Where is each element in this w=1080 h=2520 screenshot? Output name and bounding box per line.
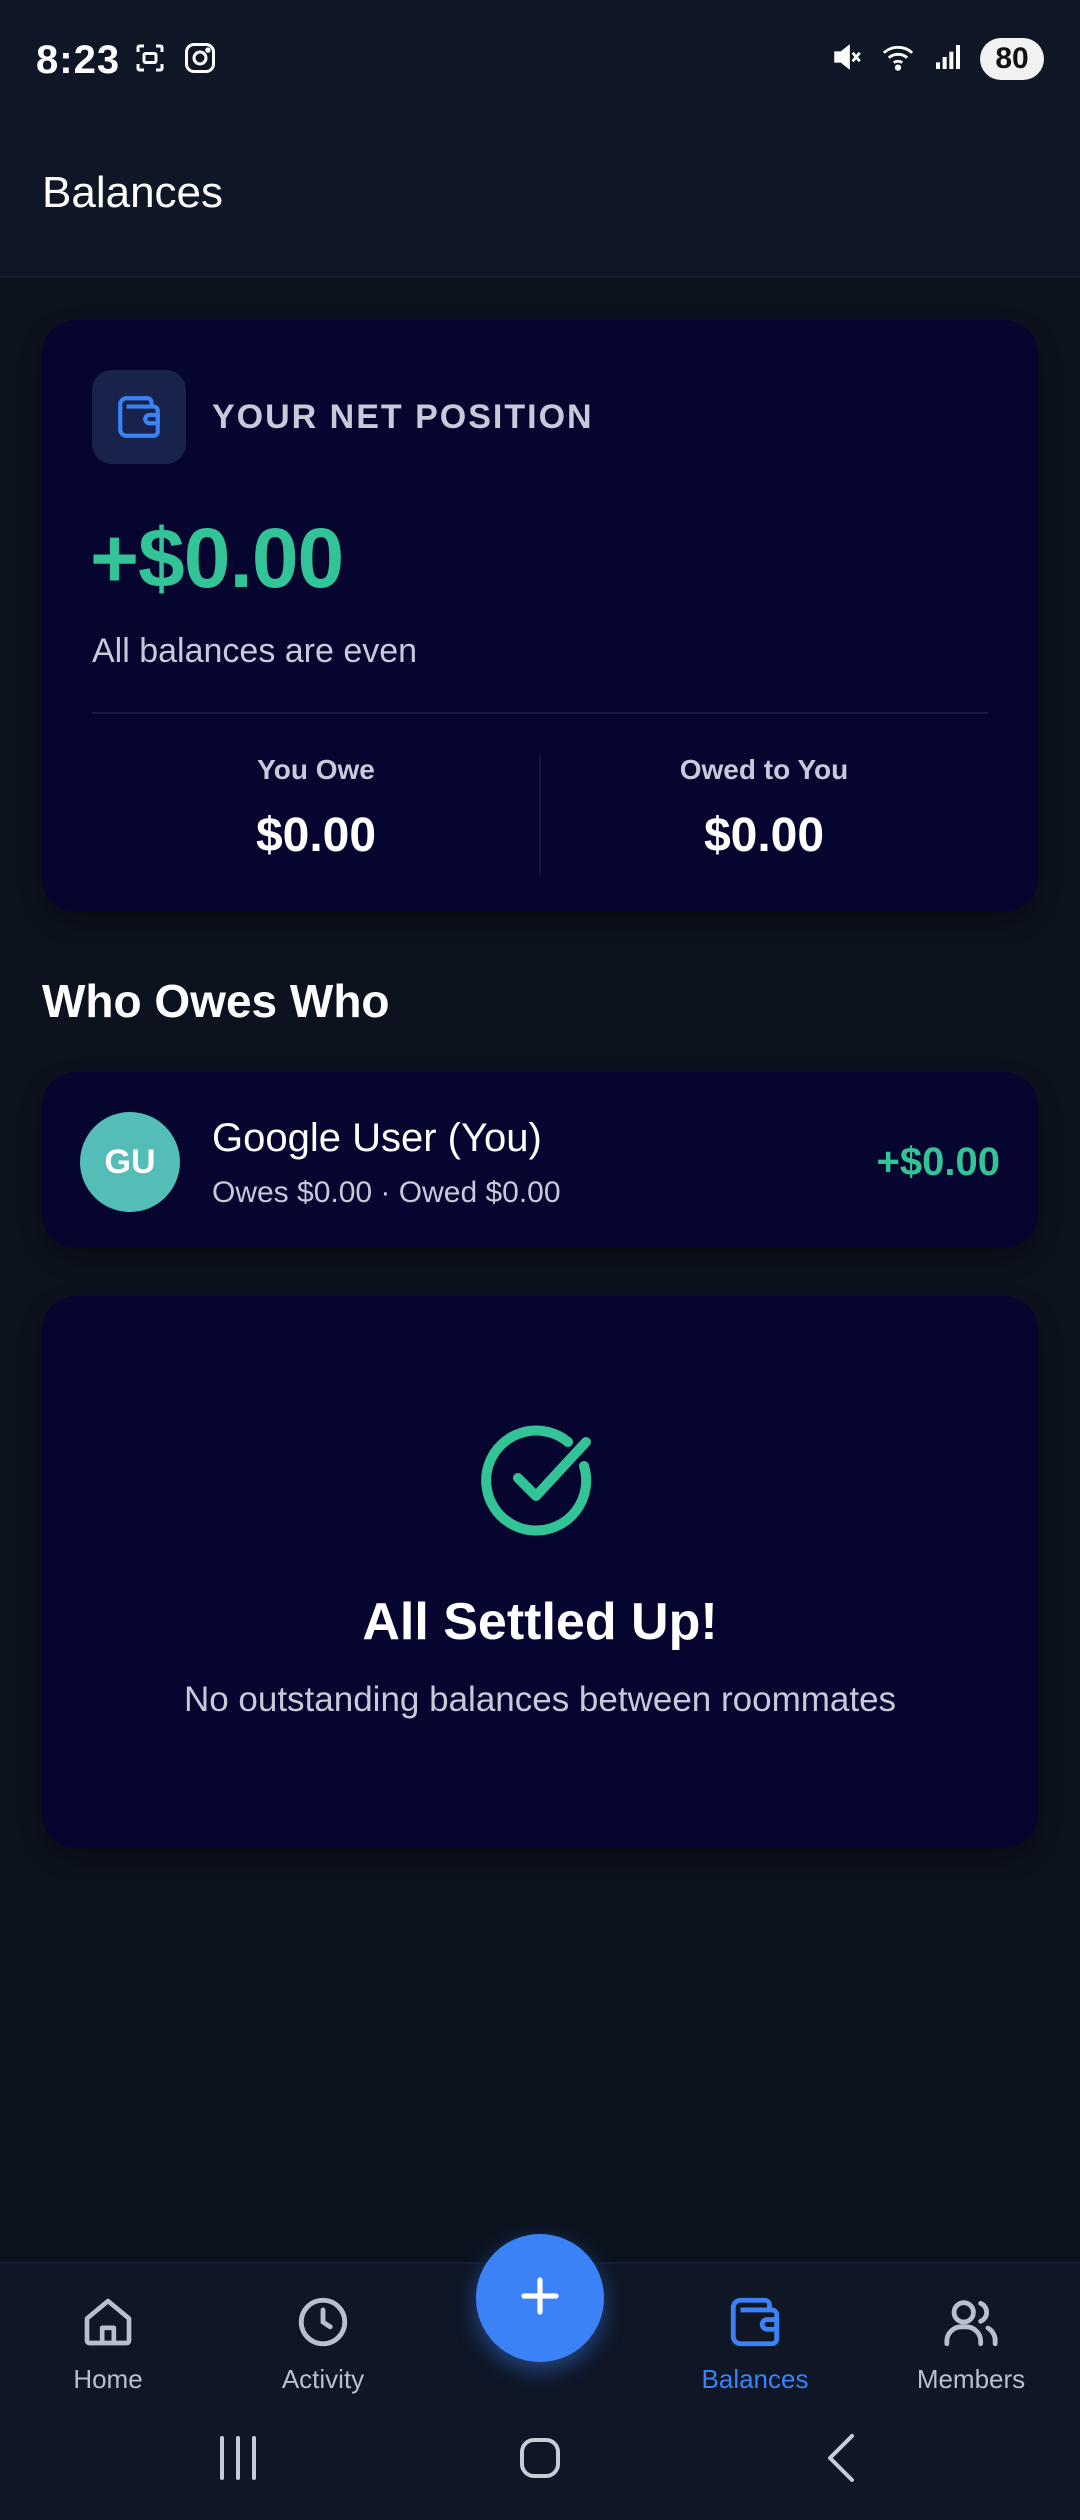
settled-card: All Settled Up! No outstanding balances … [42, 1296, 1038, 1848]
member-balance-row[interactable]: GU Google User (You) Owes $0.00 · Owed $… [42, 1072, 1038, 1248]
settled-title: All Settled Up! [362, 1593, 718, 1651]
member-name: Google User (You) [212, 1116, 542, 1160]
owed-to-you-label: Owed to You [679, 754, 849, 785]
you-owe-column: You Owe $0.00 [92, 754, 540, 863]
net-position-card: YOUR NET POSITION +$0.00 All balances ar… [42, 320, 1038, 912]
balances-screen: 8:23 80 Balances YOUR NET POSITION +$0.0… [0, 0, 1080, 2520]
page-title: Balances [42, 168, 224, 217]
add-expense-button[interactable] [476, 2234, 604, 2362]
nav-members[interactable]: Members [881, 2290, 1061, 2395]
nav-home[interactable]: Home [18, 2290, 198, 2395]
top-app-bar: 8:23 80 Balances [0, 0, 1080, 278]
nav-activity-label: Activity [281, 2364, 365, 2394]
wifi-icon [880, 40, 916, 79]
wallet-icon [92, 370, 186, 464]
plus-icon [516, 2272, 564, 2325]
avatar: GU [80, 1112, 180, 1212]
you-owe-label: You Owe [257, 754, 375, 785]
check-circle-icon [480, 1420, 600, 1545]
member-amount: +$0.00 [876, 1140, 1000, 1184]
nav-members-label: Members [916, 2364, 1026, 2394]
member-meta: Owes $0.00 · Owed $0.00 [212, 1176, 561, 1209]
back-button[interactable] [818, 2430, 866, 2491]
battery-icon: 80 [980, 38, 1044, 80]
home-system-button[interactable] [516, 2430, 564, 2491]
instagram-icon [182, 40, 218, 81]
owed-to-you-column: Owed to You $0.00 [540, 754, 988, 863]
nav-activity[interactable]: Activity [233, 2290, 413, 2395]
home-icon [18, 2290, 198, 2354]
net-position-subtitle: All balances are even [92, 632, 418, 670]
status-right-icons: 80 [830, 38, 1044, 80]
system-navigation-bar [0, 2400, 1080, 2520]
settled-subtitle: No outstanding balances between roommate… [183, 1680, 897, 1719]
net-position-label: YOUR NET POSITION [212, 398, 594, 436]
status-time: 8:23 [36, 38, 121, 82]
members-icon [881, 2290, 1061, 2354]
who-owes-who-title: Who Owes Who [42, 975, 390, 1027]
status-left-icons [132, 40, 218, 81]
clock-icon [233, 2290, 413, 2354]
nav-home-label: Home [73, 2364, 143, 2394]
nav-balances-label: Balances [701, 2364, 809, 2394]
recents-button[interactable] [214, 2430, 262, 2491]
screenshot-icon [132, 40, 168, 81]
net-position-amount: +$0.00 [90, 511, 344, 605]
mute-icon [830, 40, 864, 79]
wallet-icon [665, 2290, 845, 2354]
divider [92, 712, 988, 714]
status-bar: 8:23 80 [0, 0, 1080, 120]
nav-balances[interactable]: Balances [665, 2290, 845, 2395]
signal-icon [932, 41, 964, 78]
you-owe-value: $0.00 [255, 809, 377, 862]
owed-to-you-value: $0.00 [703, 809, 825, 862]
